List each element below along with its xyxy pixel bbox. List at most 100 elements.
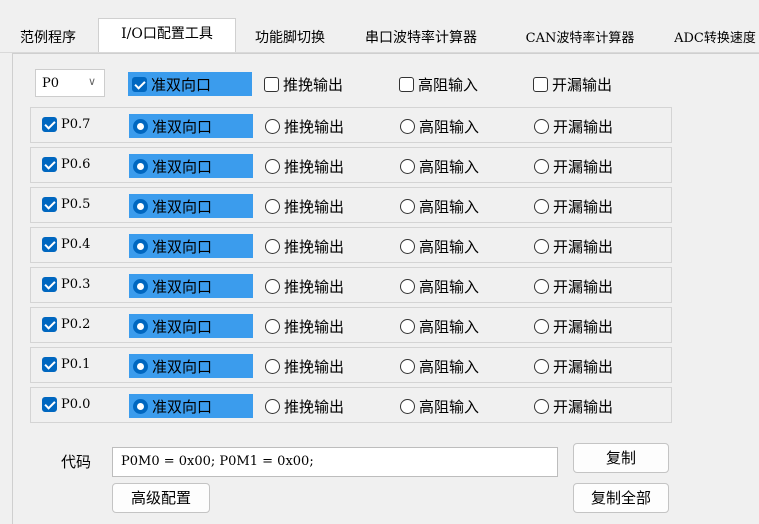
mode-label: 推挽输出 (284, 117, 345, 136)
mode-radio-option[interactable]: 推挽输出 (265, 234, 344, 258)
mode-radio-option[interactable]: 准双向口 (129, 154, 253, 178)
mode-radio-option[interactable]: 准双向口 (129, 354, 253, 378)
pin-checkbox[interactable]: P0.6 (42, 157, 90, 172)
port-select[interactable]: P0 ∨ (35, 69, 105, 97)
header-option-high-impedance[interactable]: 高阻输入 (399, 72, 478, 96)
header-option-open-drain[interactable]: 开漏输出 (533, 72, 612, 96)
mode-radio-option[interactable]: 开漏输出 (534, 354, 613, 378)
checkbox-icon (42, 397, 57, 412)
pin-checkbox[interactable]: P0.2 (42, 317, 90, 332)
mode-radio-option[interactable]: 开漏输出 (534, 394, 613, 418)
mode-radio-option[interactable]: 准双向口 (129, 314, 253, 338)
mode-radio-option[interactable]: 高阻输入 (400, 114, 479, 138)
mode-label: 推挽输出 (284, 317, 345, 336)
mode-radio-option[interactable]: 开漏输出 (534, 234, 613, 258)
pin-label: P0.5 (61, 197, 91, 212)
tab-bar: 范例程序 I/O口配置工具 功能脚切换 串口波特率计算器 CAN波特率计算器 A… (0, 18, 759, 53)
option-label: 开漏输出 (552, 75, 613, 94)
mode-radio-option[interactable]: 推挽输出 (265, 394, 344, 418)
tab-pin-switch[interactable]: 功能脚切换 (240, 24, 340, 52)
mode-label: 准双向口 (152, 117, 213, 136)
tab-can-baud[interactable]: CAN波特率计算器 (505, 24, 655, 52)
pin-checkbox[interactable]: P0.7 (42, 117, 90, 132)
radio-icon (133, 198, 148, 214)
mode-radio-option[interactable]: 开漏输出 (534, 194, 613, 218)
mode-label: 准双向口 (152, 397, 213, 416)
mode-radio-option[interactable]: 开漏输出 (534, 154, 613, 178)
mode-label: 推挽输出 (284, 237, 345, 256)
mode-radio-option[interactable]: 推挽输出 (265, 354, 344, 378)
copy-button[interactable]: 复制 (573, 443, 669, 473)
mode-label: 开漏输出 (553, 197, 614, 216)
mode-radio-option[interactable]: 准双向口 (129, 274, 253, 298)
advanced-config-button[interactable]: 高级配置 (112, 483, 210, 513)
mode-radio-option[interactable]: 推挽输出 (265, 154, 344, 178)
pin-checkbox[interactable]: P0.1 (42, 357, 90, 372)
mode-radio-option[interactable]: 高阻输入 (400, 354, 479, 378)
mode-radio-option[interactable]: 高阻输入 (400, 194, 479, 218)
checkbox-icon (264, 76, 279, 92)
option-label: 准双向口 (151, 75, 212, 94)
radio-icon (265, 198, 280, 214)
mode-radio-option[interactable]: 开漏输出 (534, 274, 613, 298)
radio-icon (534, 118, 549, 134)
port-select-value: P0 (42, 76, 60, 91)
checkbox-icon (42, 357, 57, 372)
radio-icon (534, 158, 549, 174)
tab-examples[interactable]: 范例程序 (2, 24, 94, 52)
radio-icon (400, 238, 415, 254)
tab-adc-speed[interactable]: ADC转换速度 (660, 24, 759, 52)
mode-radio-option[interactable]: 推挽输出 (265, 194, 344, 218)
mode-label: 高阻输入 (419, 197, 480, 216)
checkbox-icon (533, 76, 548, 92)
radio-icon (400, 118, 415, 134)
radio-icon (400, 318, 415, 334)
radio-icon (265, 158, 280, 174)
radio-icon (534, 198, 549, 214)
mode-radio-option[interactable]: 推挽输出 (265, 274, 344, 298)
checkbox-icon (42, 197, 57, 212)
mode-radio-option[interactable]: 推挽输出 (265, 314, 344, 338)
mode-radio-option[interactable]: 准双向口 (129, 194, 253, 218)
pin-checkbox[interactable]: P0.3 (42, 277, 90, 292)
radio-icon (534, 358, 549, 374)
mode-radio-option[interactable]: 高阻输入 (400, 274, 479, 298)
mode-radio-option[interactable]: 推挽输出 (265, 114, 344, 138)
pin-checkbox[interactable]: P0.4 (42, 237, 90, 252)
header-option-quasi-bidirectional[interactable]: 准双向口 (128, 72, 252, 96)
mode-radio-option[interactable]: 高阻输入 (400, 314, 479, 338)
mode-radio-option[interactable]: 准双向口 (129, 234, 253, 258)
pin-checkbox[interactable]: P0.5 (42, 197, 90, 212)
mode-radio-option[interactable]: 高阻输入 (400, 154, 479, 178)
pin-checkbox[interactable]: P0.0 (42, 397, 90, 412)
radio-icon (133, 318, 148, 334)
pin-row: P0.6 准双向口 推挽输出 高阻输入 开漏输出 (30, 147, 672, 183)
pin-row: P0.3 准双向口 推挽输出 高阻输入 开漏输出 (30, 267, 672, 303)
tab-io-config[interactable]: I/O口配置工具 (98, 18, 236, 52)
checkbox-icon (42, 117, 57, 132)
pin-row: P0.1 准双向口 推挽输出 高阻输入 开漏输出 (30, 347, 672, 383)
tab-uart-baud[interactable]: 串口波特率计算器 (344, 24, 498, 52)
mode-label: 开漏输出 (553, 157, 614, 176)
mode-label: 推挽输出 (284, 357, 345, 376)
mode-radio-option[interactable]: 准双向口 (129, 394, 253, 418)
mode-radio-option[interactable]: 开漏输出 (534, 114, 613, 138)
checkbox-icon (42, 277, 57, 292)
header-option-push-pull[interactable]: 推挽输出 (264, 72, 343, 96)
pin-row: P0.4 准双向口 推挽输出 高阻输入 开漏输出 (30, 227, 672, 263)
radio-icon (133, 358, 148, 374)
checkbox-icon (42, 237, 57, 252)
mode-radio-option[interactable]: 高阻输入 (400, 234, 479, 258)
pin-label: P0.0 (61, 397, 91, 412)
mode-radio-option[interactable]: 开漏输出 (534, 314, 613, 338)
radio-icon (400, 398, 415, 414)
port-header-row: P0 ∨ 准双向口 推挽输出 高阻输入 开漏输出 (30, 66, 672, 102)
mode-radio-option[interactable]: 准双向口 (129, 114, 253, 138)
tab-adc-speed-label: ADC转换速度 (674, 31, 756, 46)
copy-all-button[interactable]: 复制全部 (573, 483, 669, 513)
mode-label: 推挽输出 (284, 397, 345, 416)
checkbox-icon (42, 157, 57, 172)
pin-label: P0.3 (61, 277, 91, 292)
mode-radio-option[interactable]: 高阻输入 (400, 394, 479, 418)
code-field[interactable]: P0M0 = 0x00; P0M1 = 0x00; (112, 447, 558, 477)
